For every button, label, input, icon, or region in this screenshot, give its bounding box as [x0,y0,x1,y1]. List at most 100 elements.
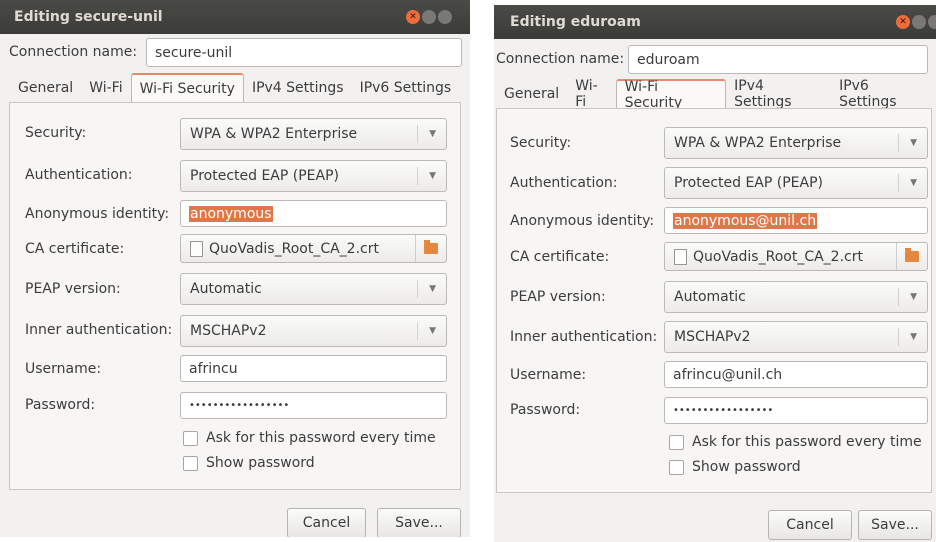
authentication-value: Protected EAP (PEAP) [190,168,339,184]
file-icon [674,248,687,265]
connection-name-input[interactable]: eduroam [628,45,928,74]
ca-certificate-value: QuoVadis_Root_CA_2.crt [209,240,379,257]
title-bar[interactable]: Editing secure-unil [0,0,470,34]
checkbox-box[interactable] [183,455,198,471]
authentication-label: Authentication: [510,175,618,191]
username-value: afrincu@unil.ch [673,366,783,383]
save-button[interactable]: Save... [377,508,461,537]
show-password-label: Show password [206,455,315,471]
password-input[interactable]: ••••••••••••••••• [180,392,447,419]
tab-ipv4-settings[interactable]: IPv4 Settings [726,78,831,110]
tab-wifi-security[interactable]: Wi-Fi Security [130,73,244,103]
chevron-down-icon: ▼ [429,129,436,139]
security-value: WPA & WPA2 Enterprise [190,126,358,142]
window-controls: ✕ [896,15,936,29]
tab-wifi[interactable]: Wi-Fi [81,73,130,103]
close-icon[interactable]: ✕ [406,10,420,24]
dialog-window-eduroam: Editing eduroam ✕ Connection name: eduro… [494,5,936,542]
checkbox-box[interactable] [183,430,198,446]
close-icon[interactable]: ✕ [896,15,910,29]
password-label: Password: [510,402,581,418]
security-combo[interactable]: WPA & WPA2 Enterprise ▼ [180,118,447,150]
connection-name-label: Connection name: [9,44,138,60]
inner-authentication-combo[interactable]: MSCHAPv2 ▼ [180,315,447,347]
authentication-combo[interactable]: Protected EAP (PEAP) ▼ [664,167,928,199]
username-value: afrincu [189,360,238,377]
anonymous-identity-input[interactable]: anonymous@unil.ch [664,207,928,234]
password-label: Password: [25,397,96,413]
ask-password-checkbox[interactable]: Ask for this password every time [183,430,436,446]
tab-ipv4-settings[interactable]: IPv4 Settings [244,73,352,103]
anonymous-identity-label: Anonymous identity: [510,213,655,229]
chevron-down-icon: ▼ [910,138,917,148]
password-value: ••••••••••••••••• [189,400,290,411]
ask-password-checkbox[interactable]: Ask for this password every time [669,434,922,450]
anonymous-identity-value: anonymous [189,205,273,222]
inner-authentication-label: Inner authentication: [25,322,173,338]
browse-certificate-button[interactable] [415,235,446,262]
window-title: Editing secure-unil [14,9,163,25]
tab-wifi[interactable]: Wi-Fi [567,78,615,110]
anonymous-identity-input[interactable]: anonymous [180,200,447,227]
tab-general[interactable]: General [10,73,81,103]
chevron-down-icon: ▼ [910,292,917,302]
security-value: WPA & WPA2 Enterprise [674,135,842,151]
peap-version-value: Automatic [190,281,262,297]
tab-bar: General Wi-Fi Wi-Fi Security IPv4 Settin… [496,78,936,111]
inner-authentication-combo[interactable]: MSCHAPv2 ▼ [664,321,928,353]
inner-authentication-label: Inner authentication: [510,329,658,345]
connection-name-input[interactable]: secure-unil [146,38,462,67]
authentication-value: Protected EAP (PEAP) [674,175,823,191]
username-input[interactable]: afrincu@unil.ch [664,361,928,388]
tab-ipv6-settings[interactable]: IPv6 Settings [831,78,936,110]
window-title: Editing eduroam [510,14,641,30]
maximize-icon[interactable] [928,15,936,29]
cancel-button[interactable]: Cancel [287,508,366,537]
username-input[interactable]: afrincu [180,355,447,382]
anonymous-identity-label: Anonymous identity: [25,206,170,222]
security-combo[interactable]: WPA & WPA2 Enterprise ▼ [664,127,928,159]
title-bar[interactable]: Editing eduroam [494,5,936,39]
tab-ipv6-settings[interactable]: IPv6 Settings [352,73,460,103]
browse-certificate-button[interactable] [896,243,927,270]
ask-password-label: Ask for this password every time [692,434,922,450]
chevron-down-icon: ▼ [429,326,436,336]
window-controls: ✕ [406,10,452,24]
username-label: Username: [510,367,587,383]
folder-icon [424,240,438,254]
connection-name-value: eduroam [637,51,700,68]
inner-authentication-value: MSCHAPv2 [190,323,267,339]
password-input[interactable]: ••••••••••••••••• [664,397,928,424]
checkbox-box[interactable] [669,459,684,475]
show-password-checkbox[interactable]: Show password [183,455,315,471]
tab-bar: General Wi-Fi Wi-Fi Security IPv4 Settin… [10,73,459,103]
cancel-button[interactable]: Cancel [768,510,852,540]
tab-general[interactable]: General [496,79,567,109]
file-icon [190,240,203,257]
chevron-down-icon: ▼ [429,171,436,181]
peap-version-combo[interactable]: Automatic ▼ [664,281,928,313]
connection-name-label: Connection name: [496,51,625,67]
security-label: Security: [25,125,87,141]
peap-version-label: PEAP version: [25,281,121,297]
minimize-icon[interactable] [912,15,926,29]
chevron-down-icon: ▼ [910,178,917,188]
folder-icon [905,248,919,262]
connection-name-value: secure-unil [155,44,233,61]
show-password-label: Show password [692,459,801,475]
ca-certificate-value: QuoVadis_Root_CA_2.crt [693,248,863,265]
checkbox-box[interactable] [669,434,684,450]
show-password-checkbox[interactable]: Show password [669,459,801,475]
ca-certificate-chooser[interactable]: QuoVadis_Root_CA_2.crt [664,242,928,271]
ca-certificate-chooser[interactable]: QuoVadis_Root_CA_2.crt [180,234,447,263]
tab-wifi-security[interactable]: Wi-Fi Security [615,79,727,111]
security-label: Security: [510,135,572,151]
authentication-combo[interactable]: Protected EAP (PEAP) ▼ [180,160,447,192]
minimize-icon[interactable] [422,10,436,24]
chevron-down-icon: ▼ [910,332,917,342]
ca-certificate-label: CA certificate: [510,249,610,265]
peap-version-combo[interactable]: Automatic ▼ [180,273,447,305]
save-button[interactable]: Save... [858,510,932,540]
maximize-icon[interactable] [438,10,452,24]
password-value: ••••••••••••••••• [673,405,774,416]
